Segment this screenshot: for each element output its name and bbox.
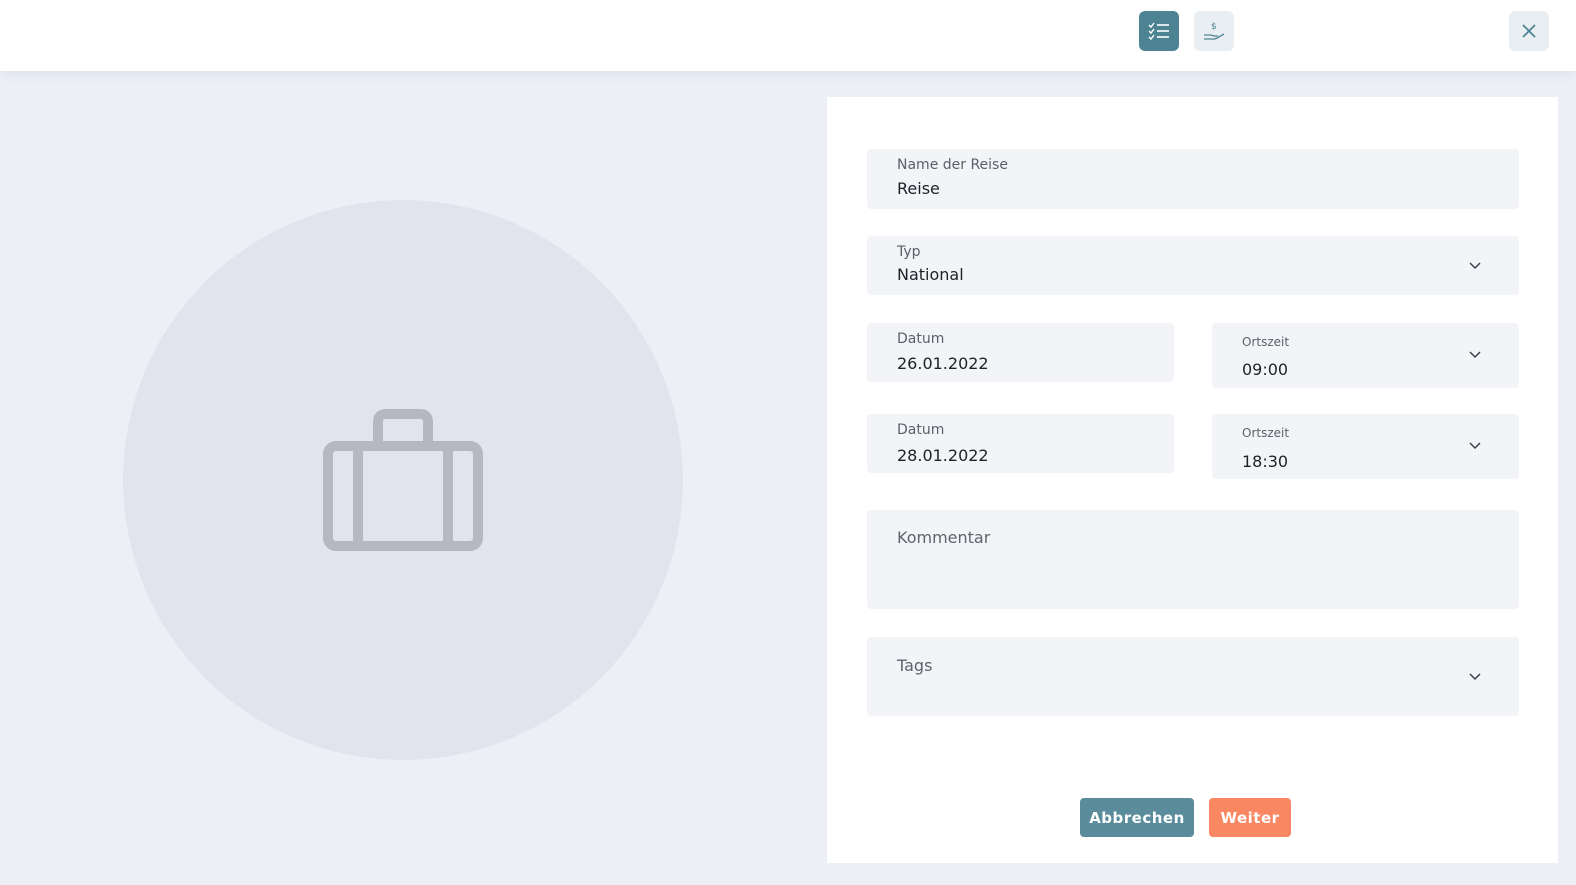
comment-label: Kommentar [897, 528, 991, 547]
end-date-value: 28.01.2022 [897, 446, 989, 465]
start-time-select[interactable]: Ortszeit 09:00 [1212, 323, 1519, 388]
chevron-down-icon [1469, 351, 1481, 359]
end-time-select[interactable]: Ortszeit 18:30 [1212, 414, 1519, 479]
trip-name-value: Reise [897, 179, 940, 198]
suitcase-icon [323, 409, 483, 551]
comment-field[interactable]: Kommentar [867, 510, 1519, 609]
chevron-down-icon [1469, 262, 1481, 270]
start-time-label: Ortszeit [1242, 335, 1290, 349]
money-hand-icon: $ [1204, 22, 1225, 40]
next-button[interactable]: Weiter [1209, 798, 1291, 837]
trip-type-select[interactable]: Typ National [867, 236, 1519, 295]
end-date-field[interactable]: Datum 28.01.2022 [867, 414, 1174, 473]
cancel-button[interactable]: Abbrechen [1080, 798, 1194, 837]
checklist-button[interactable] [1139, 11, 1179, 51]
chevron-down-icon [1469, 442, 1481, 450]
trip-type-label: Typ [897, 244, 921, 260]
top-bar: $ [0, 0, 1576, 71]
expenses-button[interactable]: $ [1194, 11, 1234, 51]
close-icon [1522, 24, 1536, 38]
chevron-down-icon [1469, 673, 1481, 681]
trip-type-value: National [897, 265, 964, 284]
start-date-field[interactable]: Datum 26.01.2022 [867, 323, 1174, 382]
close-button[interactable] [1509, 11, 1549, 51]
tags-label: Tags [897, 656, 933, 675]
checklist-icon [1148, 22, 1169, 40]
start-date-label: Datum [897, 331, 945, 347]
trip-form: Name der Reise Reise Typ National Datum … [827, 97, 1558, 863]
start-time-value: 09:00 [1242, 360, 1289, 379]
end-date-label: Datum [897, 422, 945, 438]
trip-name-label: Name der Reise [897, 157, 1008, 173]
tags-select[interactable]: Tags [867, 637, 1519, 716]
trip-name-field[interactable]: Name der Reise Reise [867, 149, 1519, 209]
start-date-value: 26.01.2022 [897, 354, 989, 373]
end-time-value: 18:30 [1242, 452, 1289, 471]
svg-text:$: $ [1211, 22, 1217, 32]
end-time-label: Ortszeit [1242, 426, 1290, 440]
